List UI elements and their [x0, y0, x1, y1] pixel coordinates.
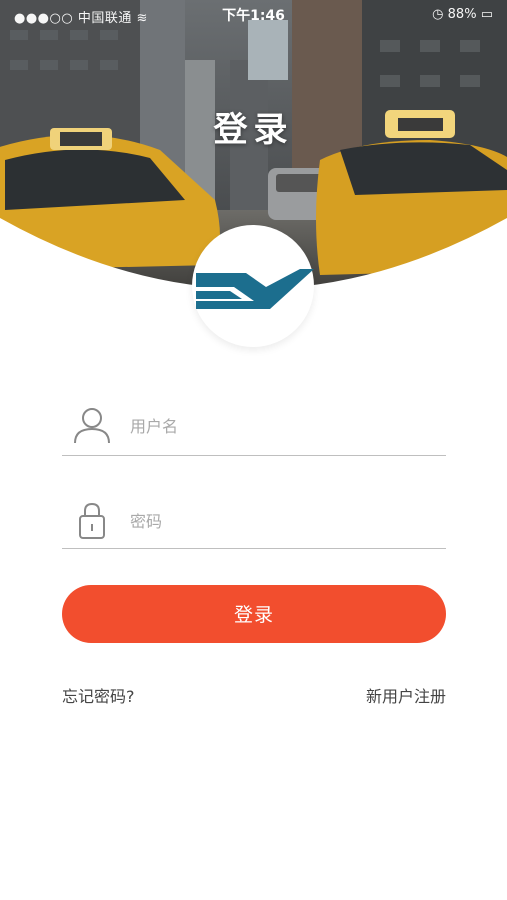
- page-title: 登录: [213, 110, 294, 150]
- battery-icon: ▭: [480, 7, 493, 22]
- alarm-icon: ◷: [432, 7, 448, 22]
- battery-percent: 88%: [447, 7, 477, 22]
- password-input[interactable]: [128, 506, 432, 536]
- lock-icon: [79, 502, 105, 539]
- username-field: [62, 395, 446, 456]
- register-link[interactable]: 新用户注册: [366, 683, 446, 707]
- username-input[interactable]: [128, 411, 432, 441]
- login-button[interactable]: 登录: [62, 585, 446, 643]
- logo-icon: [196, 269, 314, 309]
- user-icon: [74, 408, 110, 444]
- password-field: [62, 490, 446, 549]
- battery-status: ◷ 88% ▭: [432, 7, 493, 22]
- forgot-password-link[interactable]: 忘记密码?: [62, 683, 135, 707]
- status-bar: ●●●○○ 中国联通 ≋ 下午1:46 ◷ 88% ▭: [0, 0, 507, 30]
- status-time: 下午1:46: [222, 8, 285, 24]
- app-logo: [192, 225, 314, 347]
